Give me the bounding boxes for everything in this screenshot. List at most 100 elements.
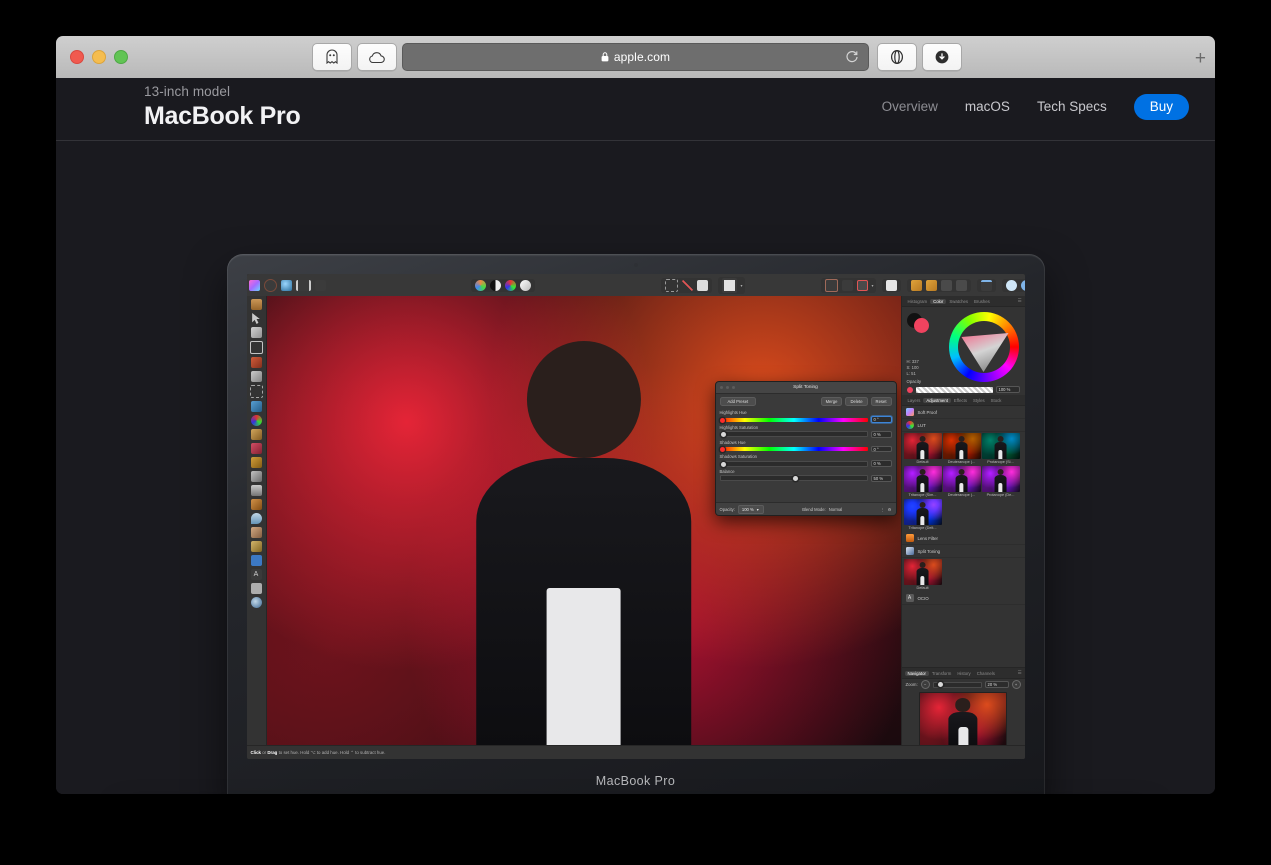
line-icon[interactable] xyxy=(681,279,693,291)
navigator-menu-icon[interactable]: ☰ xyxy=(1015,670,1025,676)
current-color-swatch[interactable] xyxy=(906,386,913,393)
adjustment-row-lens-filter[interactable]: Lens Filter xyxy=(901,532,1025,545)
highlights-hue-slider[interactable] xyxy=(718,416,868,424)
tab-swatches[interactable]: Swatches xyxy=(946,299,971,304)
add-preset-button[interactable]: Add Preset xyxy=(719,397,757,407)
tab-effects[interactable]: Effects xyxy=(951,398,970,403)
assistant-icon[interactable] xyxy=(885,279,897,291)
sponge-tool-icon[interactable] xyxy=(250,541,262,552)
gradient-tool-icon[interactable] xyxy=(250,415,262,426)
zoom-in-icon[interactable]: + xyxy=(1011,680,1021,689)
navigator-thumbnail[interactable] xyxy=(919,692,1007,746)
personas-develop-icon[interactable] xyxy=(295,279,311,291)
boolean-subtract-icon[interactable] xyxy=(1020,279,1025,291)
erase-tool-icon[interactable] xyxy=(250,457,262,468)
buy-button[interactable]: Buy xyxy=(1133,94,1189,120)
tab-histogram[interactable]: Histogram xyxy=(905,299,931,304)
nav-link-macos[interactable]: macOS xyxy=(965,99,1010,114)
boolean-add-icon[interactable] xyxy=(1005,279,1017,291)
text-tool-icon[interactable]: A xyxy=(250,569,262,580)
color-picker-tool-icon[interactable] xyxy=(250,327,262,338)
lut-preset-item[interactable]: Deuteranope (... xyxy=(942,433,981,465)
nav-link-overview[interactable]: Overview xyxy=(882,99,938,114)
reader-view-icon[interactable] xyxy=(877,43,917,71)
pixel-align-icon[interactable] xyxy=(841,279,853,291)
fill-swatch[interactable] xyxy=(913,318,929,333)
zoom-value[interactable]: 20 % xyxy=(984,681,1009,688)
contrast-icon[interactable] xyxy=(489,279,501,291)
color-wheel-icon[interactable] xyxy=(504,279,516,291)
shadows-saturation-slider[interactable] xyxy=(719,460,868,468)
pixel-tool-icon[interactable] xyxy=(250,443,262,454)
marquee-tool-icon[interactable] xyxy=(249,385,263,398)
marquee-icon[interactable] xyxy=(664,278,678,292)
align-left-icon[interactable] xyxy=(980,279,992,291)
reset-button[interactable]: Reset xyxy=(870,397,892,407)
minimize-button[interactable] xyxy=(92,50,106,64)
lut-preset-item[interactable]: Deuteranope (... xyxy=(942,466,981,498)
group-icon[interactable] xyxy=(940,279,952,291)
fill-stroke-swatches[interactable] xyxy=(906,313,935,335)
color-opacity-slider[interactable] xyxy=(915,386,993,393)
tab-transform[interactable]: Transform xyxy=(929,671,954,676)
adjustment-row-ocio[interactable]: A OCIO xyxy=(901,592,1025,605)
split-toning-dialog[interactable]: Split Toning Add Preset Merge Delete Res… xyxy=(714,381,897,516)
dodge-tool-icon[interactable] xyxy=(250,471,262,482)
tab-layers[interactable]: Layers xyxy=(905,398,924,403)
delete-button[interactable]: Delete xyxy=(845,397,868,407)
smudge-tool-icon[interactable] xyxy=(250,527,262,538)
selection-brush-tool-icon[interactable] xyxy=(250,357,262,368)
tab-brushes[interactable]: Brushes xyxy=(971,299,993,304)
nav-link-tech-specs[interactable]: Tech Specs xyxy=(1037,99,1107,114)
tab-styles[interactable]: Styles xyxy=(970,398,988,403)
levels-icon[interactable] xyxy=(474,279,486,291)
dialog-zoom-button[interactable] xyxy=(731,385,735,389)
lut-preset-item[interactable]: Tritanope (Sim... xyxy=(903,466,942,498)
tab-channels[interactable]: Channels xyxy=(974,671,998,676)
ungroup-icon[interactable] xyxy=(955,279,967,291)
adjustment-list[interactable]: Soft Proof LUT Default Deuteranope (... … xyxy=(901,406,1025,667)
lut-preset-item[interactable]: Default xyxy=(903,433,942,465)
move-tool-icon[interactable] xyxy=(250,299,262,310)
personas-export-icon[interactable] xyxy=(314,279,326,291)
downloads-icon[interactable] xyxy=(922,43,962,71)
pointer-tool-icon[interactable] xyxy=(252,313,260,324)
ghost-extension-icon[interactable] xyxy=(312,43,352,71)
highlights-saturation-value[interactable]: 0 % xyxy=(870,431,892,438)
split-toning-preset-item[interactable]: Default xyxy=(903,559,942,591)
gear-icon[interactable]: ⚙ xyxy=(888,507,892,512)
personas-liquify-icon[interactable] xyxy=(280,279,292,291)
shadows-hue-value[interactable]: 0 ° xyxy=(870,445,892,453)
shadows-saturation-value[interactable]: 0 % xyxy=(870,460,892,467)
move-up-icon[interactable] xyxy=(910,279,922,291)
balance-slider[interactable] xyxy=(719,475,868,483)
crop-tool-icon[interactable] xyxy=(249,341,263,354)
tab-stock[interactable]: Stock xyxy=(988,398,1005,403)
panel-menu-icon[interactable]: ☰ xyxy=(1015,298,1025,304)
adjustment-row-lut[interactable]: LUT xyxy=(901,419,1025,432)
tab-history[interactable]: History xyxy=(954,671,973,676)
rectangle-tool-icon[interactable] xyxy=(250,555,262,566)
table-tool-icon[interactable] xyxy=(250,583,262,594)
clone-tool-icon[interactable] xyxy=(250,485,262,496)
shadows-hue-slider[interactable] xyxy=(718,446,868,454)
merge-button[interactable]: Merge xyxy=(820,397,843,407)
crop-icon[interactable] xyxy=(721,277,737,293)
adjustment-row-split-toning[interactable]: Split Toning xyxy=(901,545,1025,558)
color-opacity-value[interactable]: 100 % xyxy=(995,386,1020,393)
tab-color[interactable]: Color xyxy=(930,298,947,304)
grid-icon[interactable] xyxy=(824,278,838,292)
white-balance-icon[interactable] xyxy=(519,279,531,291)
tab-adjustment[interactable]: Adjustment xyxy=(923,397,951,403)
opacity-dropdown[interactable]: 100 % ▾ xyxy=(737,504,764,514)
flood-select-tool-icon[interactable] xyxy=(250,371,262,382)
refine-icon[interactable] xyxy=(696,279,708,291)
close-button[interactable] xyxy=(70,50,84,64)
dialog-close-button[interactable] xyxy=(719,385,723,389)
highlights-hue-value[interactable]: 0 ° xyxy=(870,416,892,423)
personas-photo-icon[interactable] xyxy=(263,278,277,292)
zoom-button[interactable] xyxy=(114,50,128,64)
zoom-tool-icon[interactable] xyxy=(250,597,262,608)
tab-navigator[interactable]: Navigator xyxy=(904,670,929,676)
paint-bucket-tool-icon[interactable] xyxy=(250,401,262,412)
